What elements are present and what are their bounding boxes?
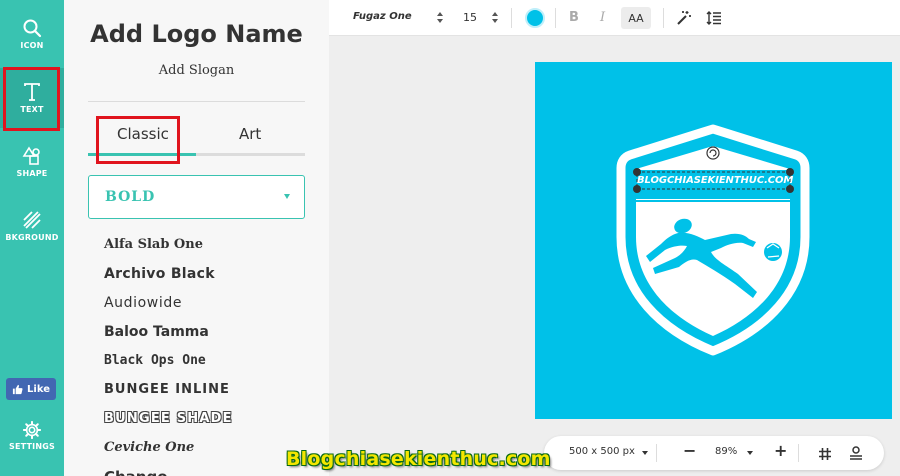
font-item-baloo-tamma[interactable]: Baloo Tamma [104,317,314,346]
font-item-bungee-inline[interactable]: BUNGEE INLINE [104,375,314,404]
rail-item-label: SETTINGS [9,442,55,451]
divider [511,8,512,28]
watermark: Blogchiasekienthuc.com [286,448,551,470]
chevron-down-icon [284,194,290,199]
font-stepper-icon[interactable] [436,11,444,25]
canvas-controls-bar: 500 x 500 px − 89% + [544,436,884,470]
font-item-black-ops-one[interactable]: Black Ops One [104,346,314,375]
rail-item-background[interactable]: BKGROUND [0,196,64,256]
zoom-out-button[interactable]: − [683,441,696,460]
hatch-icon [23,211,41,229]
rail-item-label: BKGROUND [5,233,59,242]
font-item-ceviche-one[interactable]: Ceviche One [104,433,314,462]
font-item-chango[interactable]: Chango [104,462,314,476]
chevron-down-icon[interactable] [642,451,648,455]
font-family-select[interactable]: Fugaz One [353,11,412,22]
facebook-like-button[interactable]: Like [6,378,56,400]
bold-button[interactable]: B [569,10,579,25]
rail-item-label: SHAPE [16,169,48,178]
size-stepper-icon[interactable] [491,11,499,25]
highlight-box-text [3,67,60,131]
rail-item-label: ICON [20,41,44,50]
zoom-level-select[interactable]: 89% [715,446,737,457]
divider [798,444,799,462]
rail-item-shape[interactable]: SHAPE [0,132,64,192]
design-canvas[interactable]: BLOGCHIASEKIENTHUC.COM [535,62,892,419]
text-color-picker[interactable] [525,8,545,28]
line-spacing-icon[interactable] [706,10,722,30]
logo-name-input[interactable]: Add Logo Name [64,20,329,48]
italic-button[interactable]: I [600,10,605,25]
font-list: Alfa Slab One Archivo Black Audiowide Ba… [104,230,314,476]
font-item-alfa-slab-one[interactable]: Alfa Slab One [104,230,314,259]
align-bottom-icon[interactable] [849,445,863,465]
shapes-icon [22,146,40,165]
font-item-bungee-shade[interactable]: BUNGEE SHADE [104,404,314,433]
like-label: Like [27,383,50,395]
divider [663,8,664,28]
font-item-audiowide[interactable]: Audiowide [104,288,314,317]
divider [88,101,305,102]
text-toolbar: Fugaz One 15 B I AA [329,0,900,36]
rail-item-icon[interactable]: ICON [0,4,64,64]
divider [656,444,657,462]
highlight-box-classic [96,116,180,164]
chevron-down-icon[interactable] [747,451,753,455]
magic-wand-icon[interactable] [676,10,692,30]
font-category-value: BOLD [105,189,156,205]
zoom-in-button[interactable]: + [774,441,787,460]
font-size-input[interactable]: 15 [463,11,477,24]
slogan-input[interactable]: Add Slogan [64,63,329,78]
thumbs-up-icon [12,384,23,394]
search-icon [23,19,42,38]
font-item-archivo-black[interactable]: Archivo Black [104,259,314,288]
gear-icon [23,421,41,439]
grid-icon[interactable] [818,446,832,465]
uppercase-button[interactable]: AA [621,7,651,29]
rail-item-settings[interactable]: SETTINGS [0,406,64,466]
font-category-dropdown[interactable]: BOLD [88,175,305,219]
divider [555,8,556,28]
logo-maker-app: ICON TEXT SHAPE BKGROUND Like SETTINGS A… [0,0,900,476]
text-panel: Add Logo Name Add Slogan Classic Art BOL… [64,0,329,476]
left-rail: ICON TEXT SHAPE BKGROUND Like SETTINGS [0,0,64,476]
tab-art[interactable]: Art [239,125,261,143]
selection-handles[interactable] [535,62,892,419]
canvas-size-select[interactable]: 500 x 500 px [569,446,635,457]
